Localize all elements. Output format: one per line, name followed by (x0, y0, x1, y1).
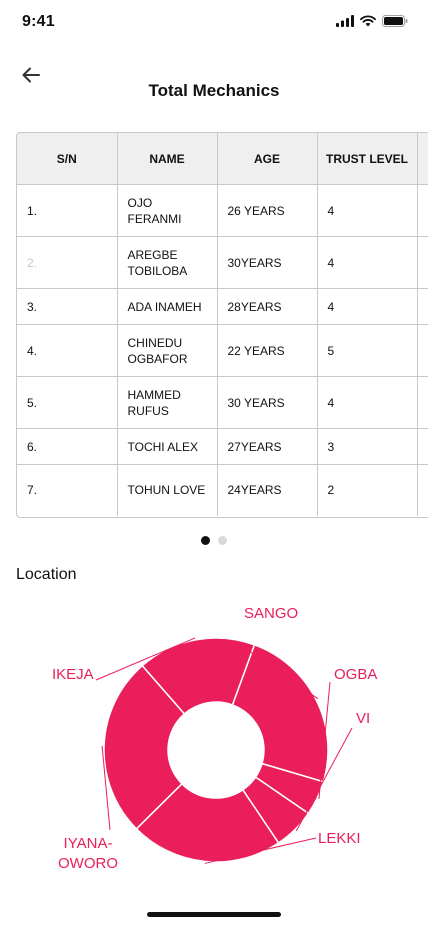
location-donut-chart: SANGO OGBA VI LEKKI IYANA-OWORO IKEJA (52, 605, 377, 872)
status-bar: 9:41 (0, 0, 428, 44)
column-header-sn: S/N (17, 133, 118, 185)
wifi-icon (360, 15, 376, 27)
column-header-trust-level: TRUST LEVEL (317, 133, 418, 185)
signal-icon (336, 15, 354, 27)
page-title: Total Mechanics (148, 81, 280, 100)
cell-extra (417, 464, 428, 516)
cell-sn: 6. (17, 428, 118, 465)
cell-trust: 2 (317, 464, 418, 516)
cell-extra (417, 288, 428, 325)
cell-age: 28YEARS (217, 288, 318, 325)
table-row[interactable]: 7. TOHUN LOVE 24YEARS 2 (17, 464, 428, 516)
status-time: 9:41 (22, 13, 55, 30)
cell-trust: 5 (317, 324, 418, 377)
column-header-age: AGE (217, 133, 318, 185)
cell-extra (417, 428, 428, 465)
data-label-vi: VI (356, 710, 370, 727)
cell-sn: 2. (17, 236, 118, 289)
data-label-iyana-oworo: IYANA-OWORO (58, 835, 118, 872)
cell-sn: 3. (17, 288, 118, 325)
data-label-ikeja: IKEJA (52, 666, 94, 683)
cell-trust: 4 (317, 376, 418, 429)
cell-age: 30 YEARS (217, 376, 318, 429)
cell-name: ADA INAMEH (117, 288, 218, 325)
table-row[interactable]: 2. AREGBE TOBILOBA 30YEARS 4 (17, 236, 428, 289)
pagination-dots[interactable] (0, 536, 428, 545)
cell-name: OJO FERANMI (117, 184, 218, 237)
table-header-row: S/N NAME AGE TRUST LEVEL (17, 133, 428, 185)
cell-extra (417, 324, 428, 377)
column-header-extra (417, 133, 428, 185)
cell-extra (417, 184, 428, 237)
battery-icon (382, 15, 408, 27)
cell-trust: 4 (317, 184, 418, 237)
home-indicator (147, 912, 281, 917)
cell-age: 24YEARS (217, 464, 318, 516)
data-label-sango: SANGO (244, 605, 298, 622)
cell-trust: 4 (317, 288, 418, 325)
data-label-ogba: OGBA (334, 666, 377, 683)
cell-age: 22 YEARS (217, 324, 318, 377)
table-row[interactable]: 4. CHINEDU OGBAFOR 22 YEARS 5 (17, 324, 428, 377)
cell-sn: 1. (17, 184, 118, 237)
cell-name: CHINEDU OGBAFOR (117, 324, 218, 377)
cell-age: 26 YEARS (217, 184, 318, 237)
cell-trust: 3 (317, 428, 418, 465)
cell-extra (417, 236, 428, 289)
cell-extra (417, 376, 428, 429)
mechanics-table[interactable]: S/N NAME AGE TRUST LEVEL 1. OJO FERANMI … (16, 132, 428, 518)
cell-age: 27YEARS (217, 428, 318, 465)
cell-name: TOCHI ALEX (117, 428, 218, 465)
table-row[interactable]: 1. OJO FERANMI 26 YEARS 4 (17, 184, 428, 237)
cell-sn: 4. (17, 324, 118, 377)
table-row[interactable]: 5. HAMMED RUFUS 30 YEARS 4 (17, 376, 428, 429)
data-label-lekki: LEKKI (318, 830, 361, 847)
status-icons (336, 15, 408, 27)
column-header-name: NAME (117, 133, 218, 185)
table-row[interactable]: 3. ADA INAMEH 28YEARS 4 (17, 288, 428, 325)
cell-name: AREGBE TOBILOBA (117, 236, 218, 289)
location-heading: Location (16, 566, 77, 583)
cell-trust: 4 (317, 236, 418, 289)
table-row[interactable]: 6. TOCHI ALEX 27YEARS 3 (17, 428, 428, 465)
cell-name: TOHUN LOVE (117, 464, 218, 516)
cell-sn: 7. (17, 464, 118, 516)
pagination-dot[interactable] (218, 536, 227, 545)
cell-name: HAMMED RUFUS (117, 376, 218, 429)
cell-age: 30YEARS (217, 236, 318, 289)
cell-sn: 5. (17, 376, 118, 429)
pagination-dot-active[interactable] (201, 536, 210, 545)
